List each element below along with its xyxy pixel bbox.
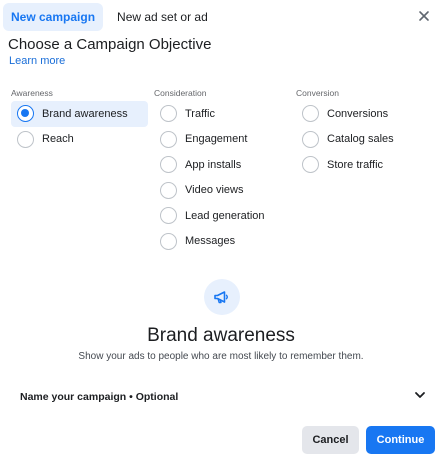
objective-engagement[interactable]: Engagement [154,127,294,153]
tab-new-campaign[interactable]: New campaign [3,3,104,31]
learn-more-link[interactable]: Learn more [9,55,65,67]
objective-description: Show your ads to people who are most lik… [78,351,364,362]
radio-button[interactable] [160,181,177,199]
radio-button[interactable] [160,156,177,174]
conversion-heading: Conversion [296,88,339,98]
option-label: Brand awareness [42,107,128,120]
option-label: Conversions [327,107,389,120]
conversion-column: Conversion Conversions Catalog sales Sto… [296,88,436,178]
cancel-button[interactable]: Cancel [302,426,359,454]
radio-button-checked[interactable] [17,105,34,123]
objective-reach[interactable]: Reach [11,127,148,153]
chevron-down-icon [414,388,426,406]
page-title: Choose a Campaign Objective [8,36,212,53]
awareness-column: Awareness Brand awareness Reach [11,88,148,152]
radio-button[interactable] [160,207,177,225]
megaphone-icon [204,279,240,315]
radio-button[interactable] [302,130,319,148]
consideration-heading: Consideration [154,88,207,98]
objective-store-traffic[interactable]: Store traffic [296,152,436,178]
option-label: App installs [185,158,242,171]
objective-title: Brand awareness [147,325,295,346]
objective-app-installs[interactable]: App installs [154,152,294,178]
option-label: Catalog sales [327,133,394,146]
awareness-heading: Awareness [11,88,53,98]
objective-traffic[interactable]: Traffic [154,101,294,127]
objective-catalog-sales[interactable]: Catalog sales [296,127,436,153]
option-label: Video views [185,184,244,197]
option-label: Traffic [185,107,215,120]
objective-messages[interactable]: Messages [154,229,294,255]
tab-bar: New campaign New ad set or ad [3,3,216,31]
close-icon[interactable] [416,8,432,24]
option-label: Engagement [185,133,248,146]
objective-lead-generation[interactable]: Lead generation [154,203,294,229]
objective-video-views[interactable]: Video views [154,178,294,204]
objective-brand-awareness[interactable]: Brand awareness [11,101,148,127]
radio-button[interactable] [302,105,319,123]
name-campaign-label: Name your campaign • Optional [20,391,179,403]
option-label: Messages [185,235,236,248]
option-label: Store traffic [327,158,384,171]
radio-button[interactable] [160,232,177,250]
radio-button[interactable] [17,130,34,148]
option-label: Reach [42,133,74,146]
radio-button[interactable] [160,105,177,123]
continue-button[interactable]: Continue [366,426,435,454]
objective-conversions[interactable]: Conversions [296,101,436,127]
name-campaign-toggle[interactable]: Name your campaign • Optional [20,386,426,408]
radio-button[interactable] [160,130,177,148]
option-label: Lead generation [185,209,265,222]
consideration-column: Consideration Traffic Engagement App ins… [154,88,294,254]
tab-new-ad-set-or-ad[interactable]: New ad set or ad [109,3,216,31]
radio-button[interactable] [302,156,319,174]
